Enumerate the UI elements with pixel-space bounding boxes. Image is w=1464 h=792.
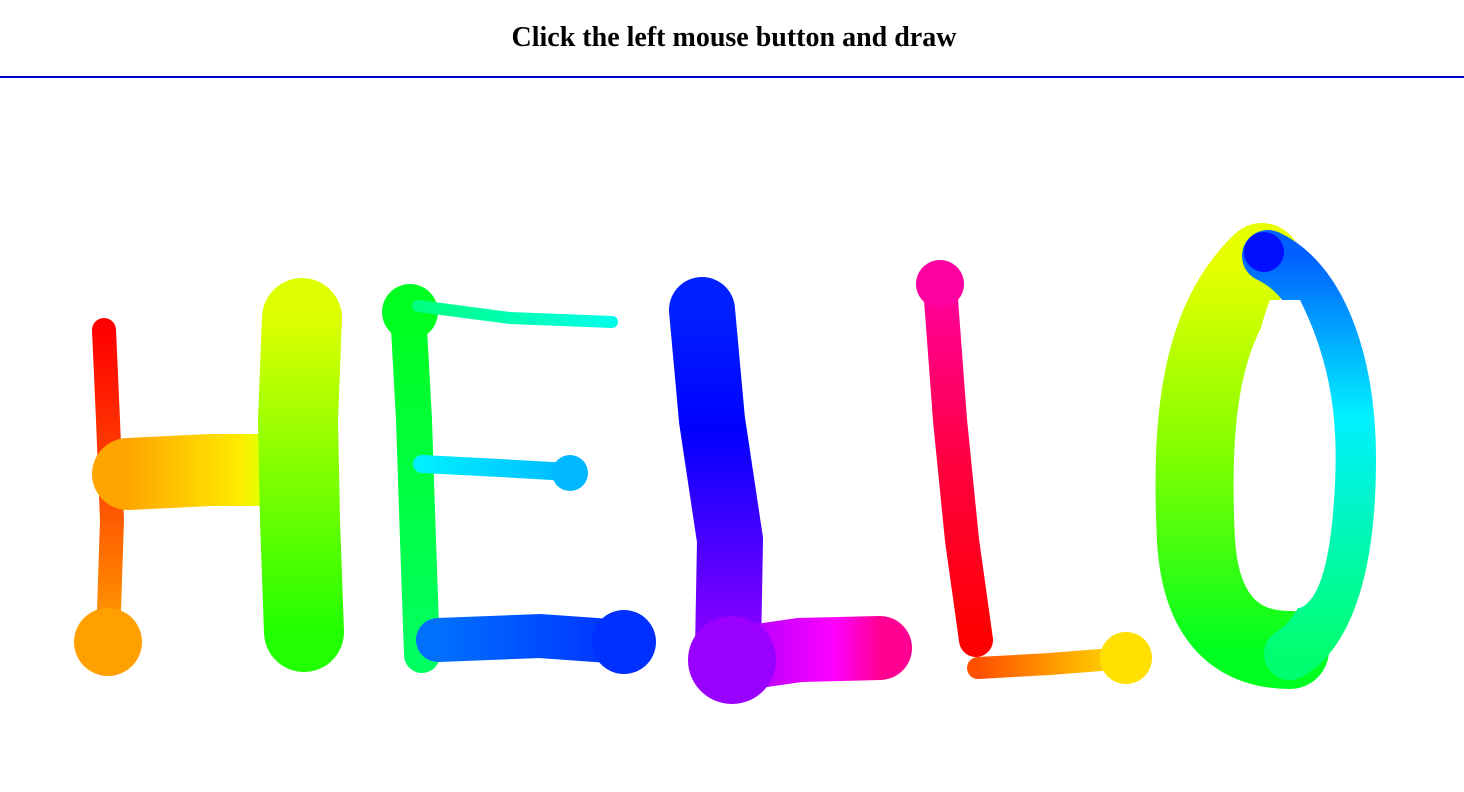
stroke-e-spine: [390, 292, 440, 673]
stroke-l1-corner: [688, 616, 776, 704]
stroke-h-right: [258, 278, 344, 672]
stroke-e-mid-end: [552, 455, 588, 491]
stroke-o: [1155, 223, 1377, 689]
stroke-h-left-end: [74, 608, 142, 676]
stroke-l2-base-end: [1100, 632, 1152, 684]
stroke-e: [382, 284, 656, 674]
page-header: Click the left mouse button and draw: [0, 0, 1464, 78]
stroke-l1: [669, 277, 912, 704]
stroke-l2-vertical: [923, 269, 993, 657]
stroke-e-mid: [413, 455, 579, 481]
stroke-h: [74, 278, 344, 676]
stroke-l2: [916, 260, 1152, 684]
page-title: Click the left mouse button and draw: [511, 22, 957, 53]
stroke-l1-vertical: [669, 277, 763, 683]
drawing-surface[interactable]: [0, 80, 1464, 792]
stroke-h-bar: [92, 434, 294, 510]
stroke-e-bottom-end: [592, 610, 656, 674]
stroke-l2-top: [916, 260, 964, 308]
drawing-canvas[interactable]: [0, 80, 1464, 792]
stroke-o-start: [1244, 232, 1284, 272]
stroke-e-top: [412, 300, 618, 328]
